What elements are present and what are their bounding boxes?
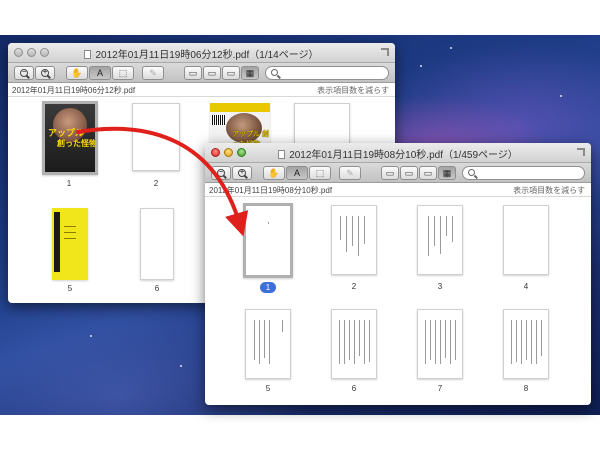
red-arrow <box>76 126 249 237</box>
screenshot-stage: 2012年01月11日19時06分12秒.pdf（1/14ページ） − + ✋ … <box>0 0 600 450</box>
arrow-overlay <box>76 126 249 237</box>
